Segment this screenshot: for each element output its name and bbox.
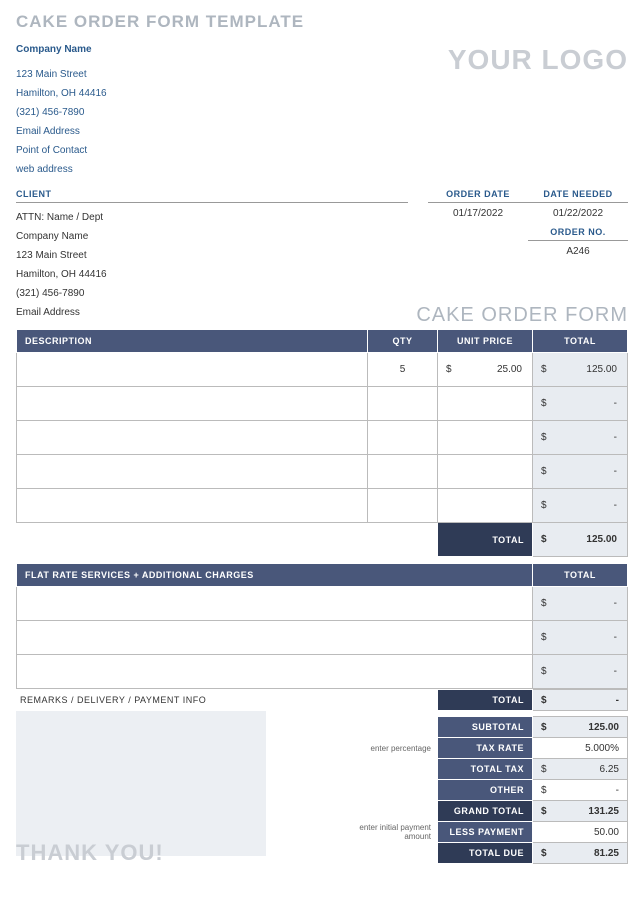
- service-desc[interactable]: [17, 587, 533, 621]
- service-total: $-: [533, 655, 628, 689]
- page-title: CAKE ORDER FORM TEMPLATE: [16, 12, 628, 32]
- company-city: Hamilton, OH 44416: [16, 84, 107, 103]
- col-qty: QTY: [368, 330, 438, 353]
- service-row: $-: [17, 621, 628, 655]
- item-total: $-: [533, 421, 628, 455]
- services-total-label: TOTAL: [438, 690, 533, 711]
- service-row: $-: [17, 587, 628, 621]
- items-total-label: TOTAL: [438, 523, 533, 557]
- client-email: Email Address: [16, 303, 408, 322]
- services-total: $-: [533, 690, 628, 711]
- header-section: Company Name 123 Main Street Hamilton, O…: [16, 40, 628, 179]
- item-desc[interactable]: [17, 353, 368, 387]
- less-payment[interactable]: 50.00: [533, 822, 628, 843]
- total-tax: $6.25: [533, 759, 628, 780]
- item-desc[interactable]: [17, 421, 368, 455]
- service-desc[interactable]: [17, 621, 533, 655]
- item-total: $-: [533, 455, 628, 489]
- date-needed-label: DATE NEEDED: [528, 189, 628, 203]
- item-desc[interactable]: [17, 489, 368, 523]
- total-due: $81.25: [533, 843, 628, 864]
- order-meta: ORDER DATE DATE NEEDED 01/17/2022 01/22/…: [408, 189, 628, 322]
- item-qty[interactable]: [368, 421, 438, 455]
- meta-section: CLIENT ATTN: Name / Dept Company Name 12…: [16, 189, 628, 322]
- item-qty[interactable]: [368, 455, 438, 489]
- percentage-hint: enter percentage: [348, 738, 438, 759]
- item-row: $-: [17, 421, 628, 455]
- item-price[interactable]: [438, 387, 533, 421]
- col-description: DESCRIPTION: [17, 330, 368, 353]
- item-price[interactable]: [438, 489, 533, 523]
- item-price[interactable]: [438, 455, 533, 489]
- col-services: FLAT RATE SERVICES + ADDITIONAL CHARGES: [17, 564, 533, 587]
- item-total: $125.00: [533, 353, 628, 387]
- item-qty[interactable]: [368, 387, 438, 421]
- service-desc[interactable]: [17, 655, 533, 689]
- items-total: $125.00: [533, 523, 628, 557]
- total-tax-label: TOTAL TAX: [438, 759, 533, 780]
- less-payment-label: LESS PAYMENT: [438, 822, 533, 843]
- client-company: Company Name: [16, 227, 408, 246]
- tax-rate[interactable]: 5.000%: [533, 738, 628, 759]
- tax-rate-label: TAX RATE: [438, 738, 533, 759]
- col-total: TOTAL: [533, 330, 628, 353]
- company-phone: (321) 456-7890: [16, 103, 107, 122]
- other[interactable]: $-: [533, 780, 628, 801]
- subtotal-label: SUBTOTAL: [438, 717, 533, 738]
- item-total: $-: [533, 489, 628, 523]
- company-info: Company Name 123 Main Street Hamilton, O…: [16, 40, 107, 179]
- company-contact: Point of Contact: [16, 141, 107, 160]
- remarks-header: REMARKS / DELIVERY / PAYMENT INFO: [16, 689, 344, 711]
- client-city: Hamilton, OH 44416: [16, 265, 408, 284]
- item-price[interactable]: [438, 421, 533, 455]
- company-name: Company Name: [16, 40, 107, 59]
- total-due-label: TOTAL DUE: [438, 843, 533, 864]
- company-web: web address: [16, 160, 107, 179]
- item-desc[interactable]: [17, 455, 368, 489]
- service-total: $-: [533, 621, 628, 655]
- item-row: $-: [17, 387, 628, 421]
- item-desc[interactable]: [17, 387, 368, 421]
- date-needed: 01/22/2022: [528, 208, 628, 219]
- item-row: $-: [17, 489, 628, 523]
- order-date-label: ORDER DATE: [428, 189, 528, 203]
- order-date: 01/17/2022: [428, 208, 528, 219]
- services-table: FLAT RATE SERVICES + ADDITIONAL CHARGES …: [16, 563, 628, 689]
- other-label: OTHER: [438, 780, 533, 801]
- item-qty[interactable]: [368, 489, 438, 523]
- client-phone: (321) 456-7890: [16, 284, 408, 303]
- item-total: $-: [533, 387, 628, 421]
- client-block: CLIENT ATTN: Name / Dept Company Name 12…: [16, 189, 408, 322]
- col-services-total: TOTAL: [533, 564, 628, 587]
- client-attn: ATTN: Name / Dept: [16, 208, 408, 227]
- company-email: Email Address: [16, 122, 107, 141]
- item-qty[interactable]: 5: [368, 353, 438, 387]
- service-total: $-: [533, 587, 628, 621]
- grand-total-label: GRAND TOTAL: [438, 801, 533, 822]
- service-row: $-: [17, 655, 628, 689]
- order-no: A246: [528, 246, 628, 257]
- remarks-box[interactable]: [16, 711, 266, 856]
- items-table: DESCRIPTION QTY UNIT PRICE TOTAL 5$25.00…: [16, 329, 628, 557]
- item-row: $-: [17, 455, 628, 489]
- order-no-label: ORDER NO.: [528, 227, 628, 241]
- company-street: 123 Main Street: [16, 65, 107, 84]
- client-header: CLIENT: [16, 189, 408, 203]
- grand-total: $131.25: [533, 801, 628, 822]
- logo-placeholder: YOUR LOGO: [448, 40, 628, 76]
- subtotal: $125.00: [533, 717, 628, 738]
- client-street: 123 Main Street: [16, 246, 408, 265]
- payment-hint: enter initial payment amount: [348, 822, 438, 843]
- col-unit-price: UNIT PRICE: [438, 330, 533, 353]
- item-price[interactable]: $25.00: [438, 353, 533, 387]
- summary-block: TOTAL $- SUBTOTAL $125.00 enter percenta…: [348, 689, 628, 864]
- item-row: 5$25.00$125.00: [17, 353, 628, 387]
